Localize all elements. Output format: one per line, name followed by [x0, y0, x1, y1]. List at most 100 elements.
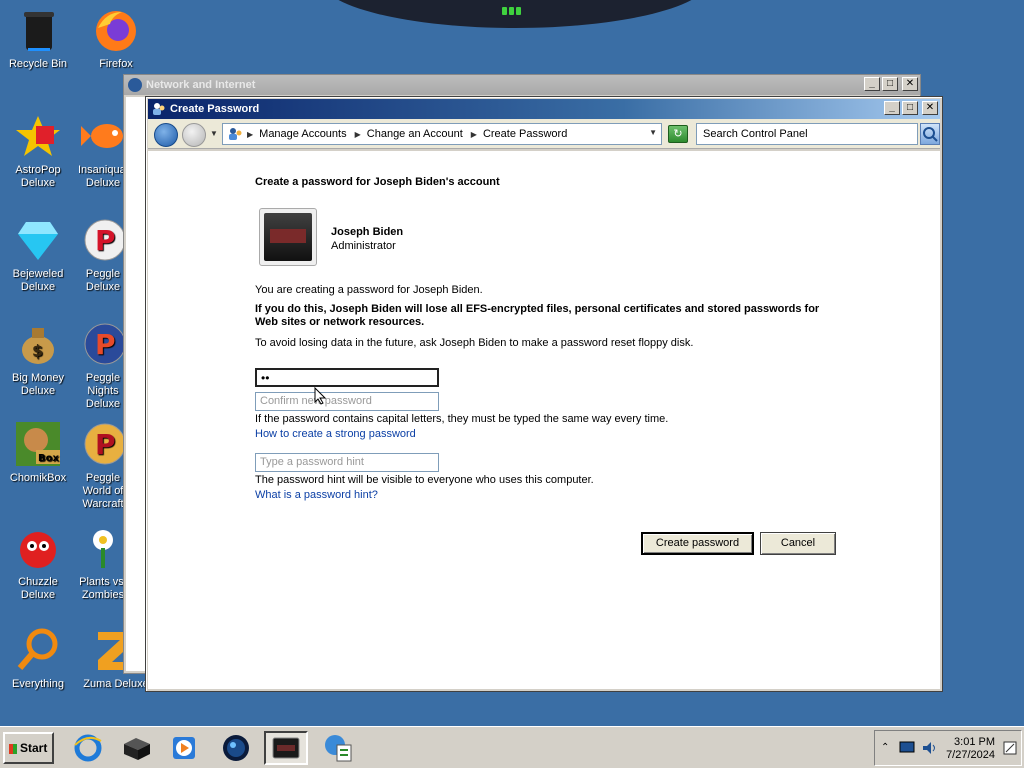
desktop-icon-insaniquarium[interactable]: Insaniquarium Deluxe — [78, 112, 128, 190]
svg-text:P: P — [95, 224, 116, 257]
advice-text: To avoid losing data in the future, ask … — [255, 337, 694, 349]
window-titlebar[interactable]: Create Password _ □ ✕ — [148, 99, 940, 119]
gem-icon — [14, 216, 62, 264]
strong-password-link[interactable]: How to create a strong password — [255, 428, 416, 440]
flower-icon — [79, 524, 127, 572]
notification-icon[interactable] — [1003, 741, 1017, 758]
hint-note-text: The password hint will be visible to eve… — [255, 474, 594, 486]
back-window-controls: _ □ ✕ — [864, 77, 918, 91]
back-window-titlebar[interactable]: Network and Internet _ □ ✕ — [124, 75, 920, 95]
back-window-title: Network and Internet — [146, 79, 256, 91]
desktop-icon-everything[interactable]: Everything — [0, 626, 76, 691]
desktop-icon-chomikbox[interactable]: Box ChomikBox — [0, 420, 76, 485]
maximize-button[interactable]: □ — [882, 77, 898, 91]
desktop-icon-recycle-bin[interactable]: Recycle Bin — [0, 6, 76, 71]
close-button[interactable]: ✕ — [902, 77, 918, 91]
password-hint-field[interactable]: Type a password hint — [255, 453, 439, 472]
breadcrumb-manage-accounts[interactable]: ▶ Manage Accounts — [247, 128, 347, 140]
close-button[interactable]: ✕ — [922, 101, 938, 115]
maximize-button[interactable]: □ — [902, 101, 918, 115]
cancel-button[interactable]: Cancel — [760, 532, 836, 555]
chevron-right-icon: ▶ — [247, 129, 254, 139]
history-dropdown-icon[interactable]: ▼ — [210, 129, 218, 138]
taskbar-internet-explorer[interactable] — [70, 731, 106, 765]
warning-text: If you do this, Joseph Biden will lose a… — [255, 303, 820, 328]
taskbar-app-box[interactable] — [118, 731, 154, 765]
forward-arrow-icon[interactable] — [182, 123, 206, 147]
globe-icon — [223, 735, 249, 761]
address-bar: ▼ ▶ Manage Accounts ▶ Change an Account ▶ C… — [148, 119, 940, 149]
svg-text:P: P — [95, 328, 116, 361]
desktop-icon-peggle-nights[interactable]: P Peggle Nights Deluxe — [78, 320, 128, 411]
chevron-right-icon: ▶ — [354, 129, 361, 139]
system-tray: ⌃ 3:01 PM 7/27/2024 — [874, 730, 1022, 766]
internet-explorer-icon — [74, 734, 102, 762]
user-picture-icon — [264, 213, 312, 261]
network-icon[interactable] — [899, 741, 915, 756]
desktop-icon-firefox[interactable]: Firefox — [78, 6, 154, 71]
confirm-password-field[interactable]: Confirm new password — [255, 392, 439, 411]
peggle-wow-icon: P — [79, 420, 127, 468]
minimize-button[interactable]: _ — [864, 77, 880, 91]
desktop-icon-astropop[interactable]: AstroPop Deluxe — [0, 112, 76, 190]
gadget-led — [502, 6, 524, 16]
money-bag-icon: $ — [14, 320, 62, 368]
magnifier-icon — [14, 626, 62, 674]
desktop-icon-peggle[interactable]: P Peggle Deluxe — [78, 216, 128, 294]
desktop-icon-peggle-wow[interactable]: P Peggle World of Warcraft — [78, 420, 128, 511]
create-password-window[interactable]: Create Password _ □ ✕ ▼ ▶ Manage Accounts… — [145, 96, 943, 692]
taskbar: Start ⌃ 3:01 PM 7/27/2024 — [0, 726, 1024, 768]
firefox-icon — [92, 6, 140, 54]
taskbar-globe-app[interactable] — [218, 731, 254, 765]
desktop-icon-big-money[interactable]: $ Big Money Deluxe — [0, 320, 76, 398]
clock-time[interactable]: 3:01 PM — [954, 735, 995, 749]
user-accounts-icon — [152, 102, 166, 116]
chevron-right-icon: ▶ — [470, 129, 477, 139]
taskbar-media-player[interactable] — [166, 731, 202, 765]
refresh-icon[interactable]: ↻ — [668, 125, 688, 143]
clock-date[interactable]: 7/27/2024 — [946, 749, 995, 761]
control-panel-icon — [325, 735, 352, 762]
windows-flag-icon — [9, 743, 17, 754]
search-icon[interactable] — [920, 123, 940, 145]
user-accounts-window-icon — [272, 737, 300, 759]
intro-text: You are creating a password for Joseph B… — [255, 284, 483, 296]
chevron-up-icon[interactable]: ⌃ — [881, 742, 889, 753]
breadcrumb[interactable]: ▶ Manage Accounts ▶ Change an Account ▶ Cre… — [222, 123, 662, 145]
start-button[interactable]: Start — [3, 732, 54, 764]
chuzzle-icon — [14, 524, 62, 572]
avatar — [259, 208, 317, 266]
recycle-bin-icon — [14, 6, 62, 54]
desktop-icon-bejeweled[interactable]: Bejeweled Deluxe — [0, 216, 76, 294]
control-panel-icon — [128, 78, 142, 92]
password-hint-link[interactable]: What is a password hint? — [255, 489, 378, 501]
content-pane: Create a password for Joseph Biden's acc… — [148, 151, 940, 689]
top-gadget — [320, 0, 710, 28]
desktop-icon-plants-vs-zombies[interactable]: Plants vs. Zombies — [78, 524, 128, 602]
black-box-icon — [124, 738, 150, 760]
taskbar-control-panel[interactable] — [316, 731, 360, 765]
peggle-icon: P — [79, 216, 127, 264]
back-arrow-icon[interactable] — [154, 123, 178, 147]
window-controls: _ □ ✕ — [884, 101, 938, 115]
breadcrumb-create-password[interactable]: ▶ Create Password — [471, 128, 568, 140]
chevron-down-icon[interactable]: ▼ — [649, 128, 657, 137]
media-player-icon — [173, 737, 195, 759]
new-password-field[interactable]: •• — [255, 368, 439, 387]
search-input[interactable]: Search Control Panel — [696, 123, 918, 145]
peggle-nights-icon: P — [79, 320, 127, 368]
user-role: Administrator — [331, 240, 396, 252]
user-accounts-icon — [227, 126, 243, 142]
chomikbox-icon: Box — [14, 420, 62, 468]
desktop-icon-chuzzle[interactable]: Chuzzle Deluxe — [0, 524, 76, 602]
svg-text:P: P — [95, 428, 116, 461]
astropop-icon — [14, 112, 62, 160]
taskbar-user-accounts[interactable] — [264, 731, 308, 765]
page-title: Create a password for Joseph Biden's acc… — [255, 176, 500, 188]
minimize-button[interactable]: _ — [884, 101, 900, 115]
create-password-button[interactable]: Create password — [641, 532, 754, 555]
case-note-text: If the password contains capital letters… — [255, 413, 669, 425]
volume-icon[interactable] — [921, 741, 937, 758]
breadcrumb-change-an-account[interactable]: ▶ Change an Account — [355, 128, 463, 140]
svg-text:$: $ — [32, 341, 43, 360]
